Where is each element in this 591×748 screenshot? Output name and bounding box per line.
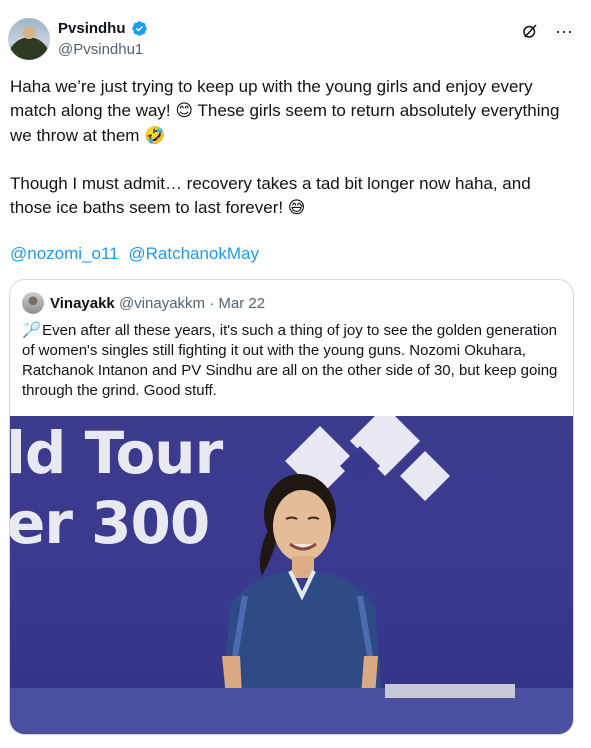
author-name[interactable]: Pvsindhu: [58, 20, 126, 37]
tweet-mentions: @nozomi_o11 @RatchanokMay: [10, 244, 264, 264]
author-avatar[interactable]: [8, 18, 50, 60]
quoted-tweet-photo[interactable]: ld Tour er 300: [10, 416, 573, 734]
mention-link-ratchanok[interactable]: @RatchanokMay: [128, 244, 259, 263]
quoted-author-avatar[interactable]: [22, 292, 44, 314]
banner-line-1: ld Tour: [10, 419, 223, 487]
quoted-tweet-text-block: 🏸 Even after all these years, it's such …: [22, 321, 562, 401]
quoted-tweet-header: Vinayakk @vinayakkm · Mar 22: [50, 295, 265, 312]
quoted-author-handle[interactable]: @vinayakkm: [119, 295, 205, 312]
grok-icon[interactable]: [521, 22, 539, 40]
author-handle[interactable]: @Pvsindhu1: [58, 41, 143, 58]
tweet-toolbar: ···: [521, 22, 573, 40]
quoted-tweet-text: Even after all these years, it's such a …: [22, 322, 558, 399]
dot-separator: ·: [209, 295, 215, 312]
courtside-board: [385, 684, 515, 698]
more-icon[interactable]: ···: [555, 22, 573, 40]
quoted-tweet-card[interactable]: Vinayakk @vinayakkm · Mar 22 🏸 Even afte…: [9, 279, 574, 735]
verified-badge-icon: [131, 21, 147, 36]
badminton-icon: 🏸: [22, 322, 41, 339]
author-name-row: Pvsindhu: [58, 20, 148, 37]
quoted-tweet-date[interactable]: Mar 22: [218, 295, 265, 312]
photo-banner-text: ld Tour er 300: [10, 418, 223, 558]
mention-link-nozomi[interactable]: @nozomi_o11: [10, 244, 119, 263]
tweet-text: Haha we’re just trying to keep up with t…: [10, 77, 560, 218]
quoted-author-name[interactable]: Vinayakk: [50, 295, 115, 312]
banner-line-2: er 300: [10, 489, 210, 557]
